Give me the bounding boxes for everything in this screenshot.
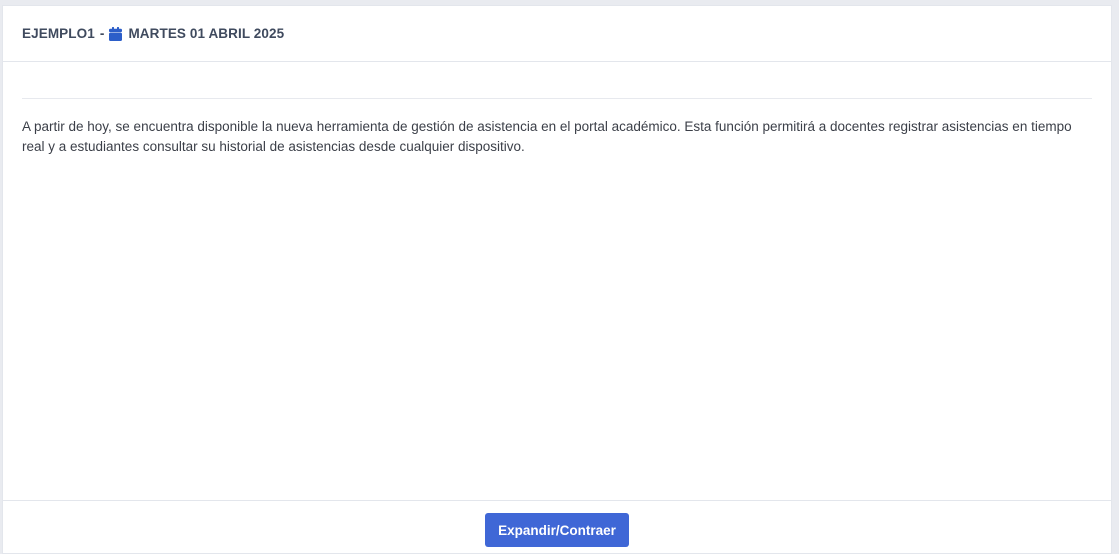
body-divider	[22, 98, 1092, 99]
expand-collapse-button[interactable]: Expandir/Contraer	[485, 513, 629, 547]
card-header: EJEMPLO1 - MARTES 01 ABRIL 2025	[3, 6, 1111, 62]
title-separator: -	[99, 26, 105, 41]
announcement-text: A partir de hoy, se encuentra disponible…	[22, 119, 1072, 154]
announcement-card: EJEMPLO1 - MARTES 01 ABRIL 2025 A partir…	[2, 5, 1112, 554]
calendar-icon	[109, 26, 123, 41]
card-body: A partir de hoy, se encuentra disponible…	[3, 62, 1111, 500]
card-footer: Expandir/Contraer	[3, 500, 1111, 553]
announcement-date: MARTES 01 ABRIL 2025	[128, 26, 285, 41]
announcement-title: EJEMPLO1	[22, 26, 95, 41]
